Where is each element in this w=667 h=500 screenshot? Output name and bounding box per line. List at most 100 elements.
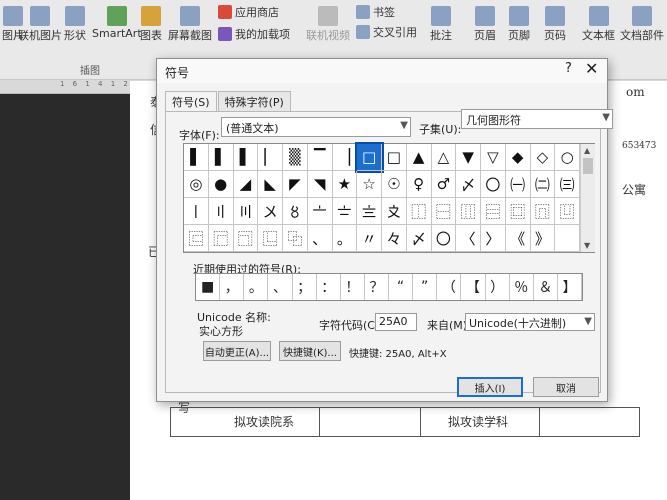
symbol-cell[interactable]: 〇 <box>481 171 506 198</box>
ribbon-header[interactable]: 页眉 <box>474 6 496 43</box>
ribbon-quickparts[interactable]: 文档部件 <box>620 6 664 43</box>
ribbon-shapes[interactable]: 形状 <box>64 6 86 43</box>
symbol-cell[interactable]: ▲ <box>406 144 432 171</box>
ribbon-crossref[interactable]: 交叉引用 <box>356 24 417 40</box>
symbol-cell[interactable]: ◣ <box>258 171 283 198</box>
symbol-cell[interactable]: 〣 <box>233 198 259 225</box>
symbol-cell[interactable]: 。 <box>332 225 358 252</box>
symbol-cell[interactable]: ▼ <box>456 144 481 171</box>
symbol-cell[interactable]: ▏ <box>258 144 283 171</box>
symbol-cell[interactable]: ㈢ <box>555 171 580 198</box>
symbol-cell[interactable]: 々 <box>382 225 407 252</box>
autocorrect-button[interactable]: 自动更正(A)... <box>203 341 271 361</box>
symbol-cell[interactable]: ▽ <box>481 144 506 171</box>
symbol-cell[interactable]: 《 <box>505 225 531 252</box>
recent-symbol-cell[interactable]: ＆ <box>534 274 558 300</box>
symbol-cell[interactable]: ⿹ <box>233 225 259 252</box>
symbol-cell[interactable]: ⿻ <box>283 225 308 252</box>
symbol-cell[interactable]: 〈 <box>456 225 481 252</box>
recent-symbol-cell[interactable]: ？ <box>365 274 389 300</box>
symbol-cell[interactable]: ▌ <box>184 144 209 171</box>
ribbon-smartart[interactable]: SmartArt <box>92 6 142 40</box>
symbol-cell[interactable]: ♂ <box>431 171 457 198</box>
ribbon-addins[interactable]: 我的加载项 <box>218 26 290 42</box>
help-button[interactable]: ? <box>565 61 572 76</box>
recent-symbol-cell[interactable]: “ <box>389 274 414 300</box>
scroll-thumb[interactable] <box>583 158 593 174</box>
recent-symbol-cell[interactable]: 【 <box>461 274 486 300</box>
symbol-cell[interactable]: ▌ <box>208 144 234 171</box>
symbol-cell[interactable]: ☉ <box>382 171 407 198</box>
symbol-cell[interactable]: ▒ <box>283 144 308 171</box>
recent-symbol-cell[interactable]: ” <box>413 274 438 300</box>
recent-symbol-cell[interactable]: ！ <box>341 274 365 300</box>
recent-symbol-cell[interactable]: 、 <box>268 274 293 300</box>
symbol-cell[interactable]: ⿲ <box>456 198 481 225</box>
symbol-cell[interactable]: ◤ <box>283 171 308 198</box>
symbol-cell[interactable]: 、 <box>307 225 333 252</box>
dialog-titlebar[interactable]: 符号 ? ✕ <box>157 59 607 83</box>
symbol-cell[interactable]: ◢ <box>233 171 259 198</box>
symbol-cell[interactable]: □ <box>355 142 384 173</box>
symbol-cell[interactable]: ⿴ <box>505 198 531 225</box>
symbol-cell[interactable]: 〡 <box>184 198 209 225</box>
symbol-cell[interactable]: 〢 <box>208 198 234 225</box>
ribbon-bookmark[interactable]: 书签 <box>356 4 395 20</box>
symbol-cell[interactable]: 〤 <box>258 198 283 225</box>
symbol-cell[interactable]: 〉 <box>481 225 506 252</box>
ribbon-textbox[interactable]: 文本框 <box>582 6 615 43</box>
recent-symbol-cell[interactable]: ） <box>486 274 510 300</box>
cancel-button[interactable]: 取消 <box>533 377 599 397</box>
symbol-cell[interactable]: 〆 <box>456 171 481 198</box>
symbol-cell[interactable]: 〆 <box>406 225 432 252</box>
recent-symbol-cell[interactable]: ： <box>317 274 341 300</box>
symbol-cell[interactable]: ㈡ <box>530 171 556 198</box>
symbol-cell[interactable]: 〥 <box>283 198 308 225</box>
font-select[interactable]: (普通文本) ▼ <box>221 117 411 137</box>
symbol-cell[interactable]: ◥ <box>307 171 333 198</box>
ribbon-page-number[interactable]: 页码 <box>544 6 566 43</box>
symbol-cell[interactable]: ⿷ <box>184 225 209 252</box>
symbol-cell[interactable]: ⿺ <box>258 225 283 252</box>
symbol-cell[interactable]: ⿱ <box>431 198 457 225</box>
scroll-down-icon[interactable]: ▼ <box>584 241 590 250</box>
symbol-cell[interactable]: ⿳ <box>481 198 506 225</box>
symbol-cell[interactable]: △ <box>431 144 457 171</box>
symbol-cell[interactable]: 〨 <box>357 198 382 225</box>
charcode-input[interactable]: 25A0 <box>375 313 417 331</box>
symbol-cell[interactable]: ⿶ <box>555 198 580 225</box>
symbol-cell[interactable]: 〃 <box>357 225 382 252</box>
symbol-cell[interactable]: ⿵ <box>530 198 556 225</box>
symbol-cell[interactable]: 》 <box>530 225 556 252</box>
symbol-cell[interactable]: ○ <box>555 144 580 171</box>
symbol-cell[interactable]: ㈠ <box>505 171 531 198</box>
ribbon-chart[interactable]: 图表 <box>140 6 162 43</box>
ribbon-online-video[interactable]: 联机视频 <box>306 6 350 43</box>
symbol-cell[interactable]: ♀ <box>406 171 432 198</box>
ribbon-store[interactable]: 应用商店 <box>218 4 279 20</box>
symbol-cell[interactable]: ▌ <box>233 144 259 171</box>
symbol-cell[interactable]: 〇 <box>431 225 457 252</box>
subset-select[interactable]: 几何图形符 ▼ <box>461 109 613 129</box>
recent-symbol-cell[interactable]: 。 <box>244 274 269 300</box>
ribbon-comment[interactable]: 批注 <box>430 6 452 43</box>
symbol-cell[interactable]: ● <box>208 171 234 198</box>
symbol-cell[interactable]: ◎ <box>184 171 209 198</box>
recent-symbol-cell[interactable]: ％ <box>510 274 534 300</box>
shortcut-key-button[interactable]: 快捷键(K)... <box>279 341 341 361</box>
tab-special-chars[interactable]: 特殊字符(P) <box>217 91 291 111</box>
grid-scrollbar[interactable]: ▲ ▼ <box>580 144 595 252</box>
symbol-cell[interactable]: ▕ <box>332 144 358 171</box>
symbol-cell[interactable] <box>555 225 580 252</box>
insert-button[interactable]: 插入(I) <box>457 377 523 397</box>
recent-symbol-cell[interactable]: ■ <box>196 274 221 300</box>
recent-symbol-cell[interactable]: 】 <box>558 274 582 300</box>
symbol-cell[interactable]: □ <box>382 144 407 171</box>
from-select[interactable]: Unicode(十六进制) ▼ <box>465 313 595 331</box>
scroll-up-icon[interactable]: ▲ <box>584 146 590 155</box>
symbol-cell[interactable]: ★ <box>332 171 358 198</box>
symbol-cell[interactable]: 〧 <box>332 198 358 225</box>
ribbon-online-picture[interactable]: 联机图片 <box>18 6 62 43</box>
recent-symbol-cell[interactable]: ； <box>293 274 317 300</box>
recent-symbol-cell[interactable]: （ <box>437 274 462 300</box>
